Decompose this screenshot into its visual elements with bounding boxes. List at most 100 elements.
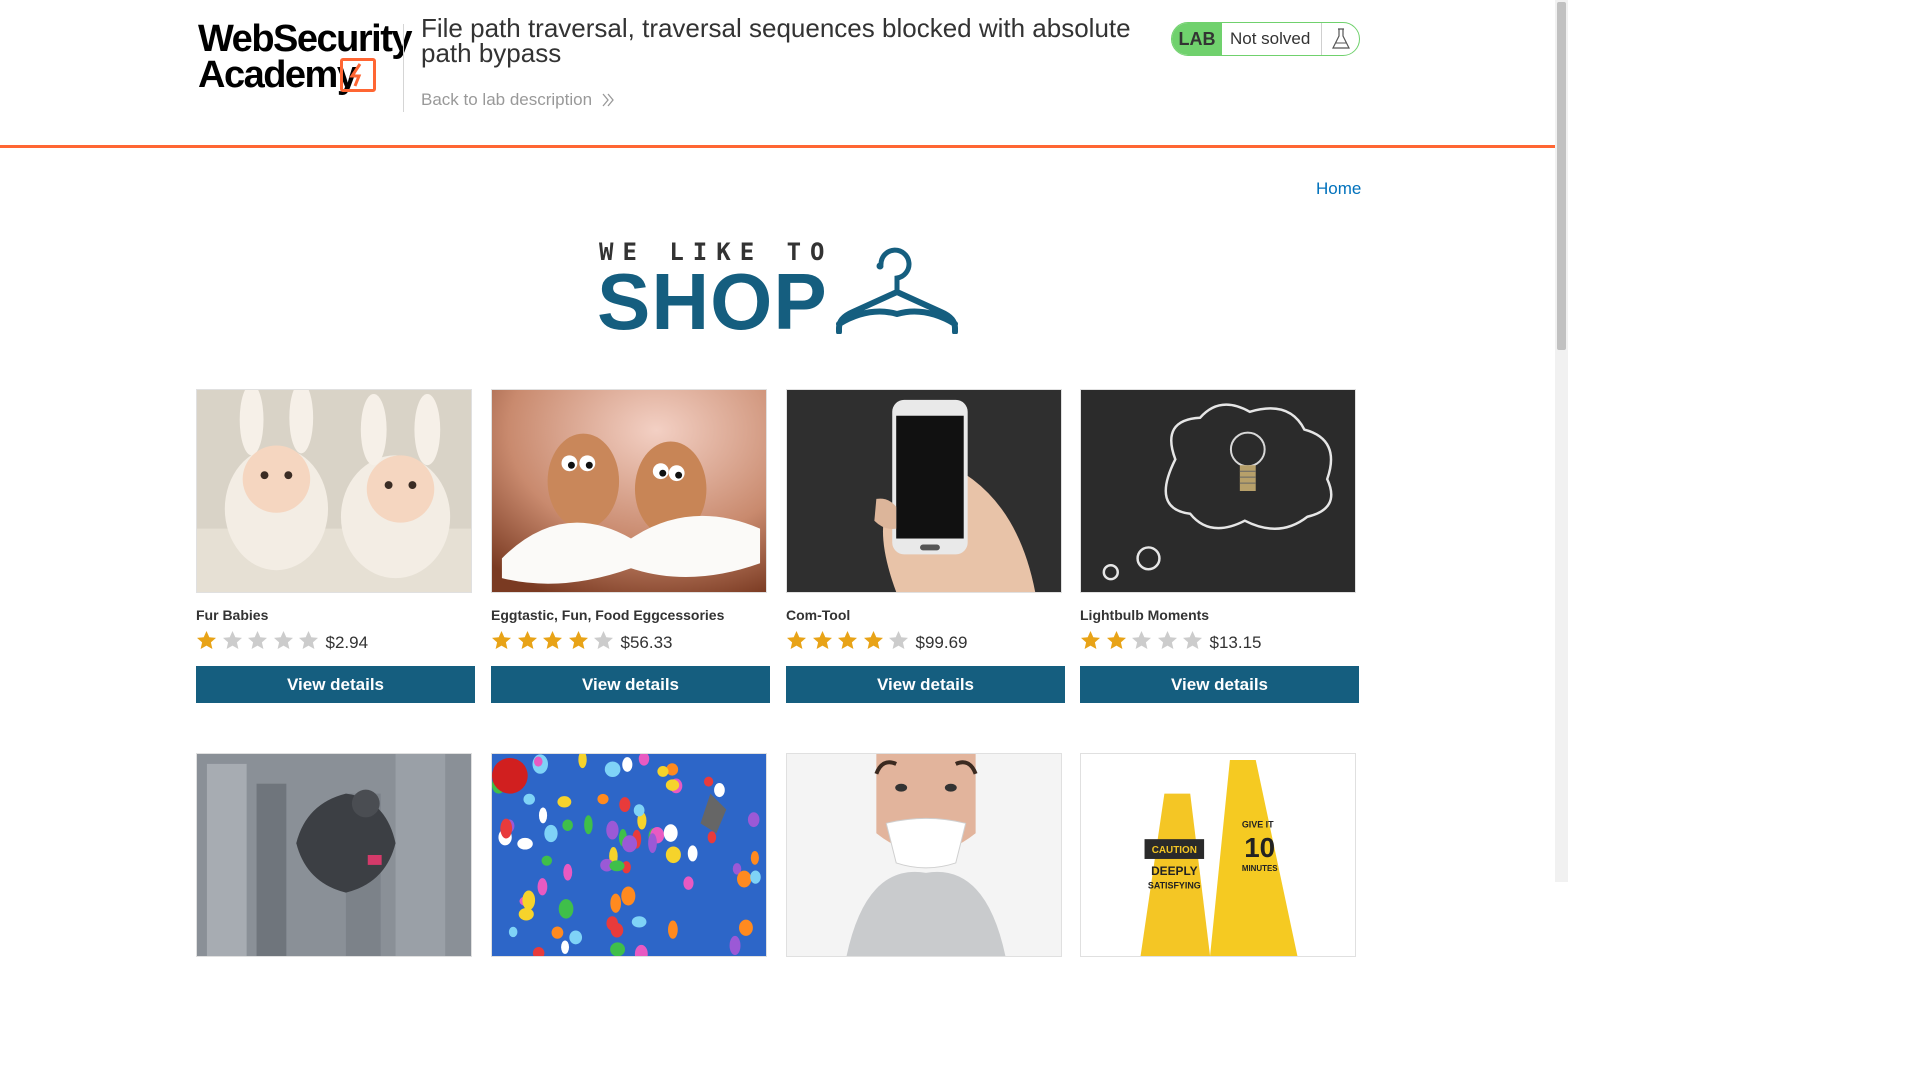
balloon (737, 870, 752, 888)
product-image (1080, 389, 1356, 593)
balloon (750, 870, 761, 884)
product-image (786, 753, 1062, 957)
product-price: $13.15 (1209, 633, 1262, 652)
star-filled-icon (812, 630, 832, 649)
balloon (665, 846, 681, 864)
balloon (533, 756, 543, 767)
balloon (597, 793, 609, 805)
product-image: CAUTION DEEPLY SATISFYING GIVE IT 10 MIN… (1080, 753, 1356, 957)
balloon (584, 815, 593, 835)
star-empty-icon (594, 630, 613, 649)
star-filled-icon (197, 630, 216, 649)
balloon (500, 818, 513, 839)
product-price: $2.94 (325, 633, 369, 652)
scrollbar-thumb[interactable] (1557, 2, 1566, 350)
product-price: $99.69 (915, 633, 968, 652)
page-scrollbar[interactable] (1555, 0, 1568, 882)
star-empty-icon (299, 630, 318, 649)
balloon (563, 863, 573, 881)
view-details-button[interactable]: View details (196, 666, 475, 703)
balloon (544, 824, 558, 843)
balloon (537, 878, 548, 896)
product-image (196, 753, 472, 957)
star-filled-icon (1106, 630, 1126, 649)
product-rating: $2.94 (196, 627, 368, 653)
balloon (557, 796, 572, 808)
star-empty-icon (1183, 630, 1202, 649)
caution-text: CAUTION (1152, 845, 1197, 856)
back-to-lab-description-link[interactable]: Back to lab description (421, 90, 616, 110)
balloon (609, 860, 625, 872)
view-details-button[interactable]: View details (1080, 666, 1359, 703)
view-details-button[interactable]: View details (786, 666, 1065, 703)
we-like-to-shop-banner: WE LIKE TO SHOP (597, 238, 959, 342)
satisfying-text: SATISFYING (1148, 881, 1201, 891)
balloons-svg (492, 754, 766, 956)
balloon (648, 833, 657, 854)
balloon (621, 886, 636, 906)
balloon (508, 926, 518, 938)
deeply-text: DEEPLY (1151, 864, 1198, 878)
product-price: $56.33 (620, 633, 673, 652)
balloon (610, 893, 622, 913)
product-image (491, 753, 767, 957)
star-filled-icon (787, 630, 806, 649)
banner-shop-word: SHOP (597, 257, 828, 346)
star-empty-icon (273, 630, 293, 649)
balloon (750, 851, 759, 865)
lab-status-text: Not solved (1222, 23, 1322, 55)
balloon (657, 765, 669, 777)
product-name: Com-Tool (786, 607, 851, 623)
balloon (665, 779, 680, 791)
balloon (633, 804, 645, 817)
give-it-text: GIVE IT (1242, 819, 1274, 829)
balloon (703, 776, 714, 787)
balloon (631, 916, 647, 928)
star-filled-icon (1081, 630, 1100, 649)
star-empty-icon (1132, 630, 1151, 649)
balloon (687, 845, 698, 862)
flask-icon (1322, 23, 1359, 55)
balloon (561, 940, 570, 954)
balloon (569, 930, 583, 945)
product-rating: $99.69 (786, 627, 968, 653)
balloon (668, 920, 678, 939)
product-image (491, 389, 767, 593)
star-filled-icon (838, 630, 857, 649)
balloon (518, 907, 534, 921)
star-empty-icon (889, 630, 908, 649)
view-details-button[interactable]: View details (491, 666, 770, 703)
product-name: Fur Babies (196, 607, 269, 623)
product-name: Eggtastic, Fun, Food Eggcessories (491, 607, 725, 623)
star-filled-icon (492, 630, 511, 649)
balloon (523, 793, 535, 805)
product-image (196, 389, 472, 593)
star-empty-icon (222, 630, 242, 649)
balloon (538, 807, 548, 824)
balloon (683, 876, 694, 890)
lab-title: File path traversal, traversal sequences… (421, 13, 1131, 68)
balloon (541, 855, 553, 866)
balloon (517, 837, 533, 850)
home-link[interactable]: Home (1316, 179, 1361, 199)
balloon (747, 812, 760, 828)
web-security-academy-logo[interactable]: WebSecurity Academy (196, 20, 412, 96)
star-filled-icon (543, 630, 562, 649)
product-image (786, 389, 1062, 593)
product-rating: $13.15 (1080, 627, 1262, 653)
balloon (558, 899, 574, 919)
balloon (562, 819, 573, 831)
coat-hanger-icon (836, 247, 958, 334)
lab-status-widget: LAB Not solved (1171, 22, 1360, 56)
balloon (663, 824, 678, 842)
logo-text-line2: Academy (198, 54, 358, 96)
balloon (622, 757, 633, 772)
balloon (707, 831, 717, 844)
double-chevron-right-icon (602, 93, 614, 107)
header-divider (403, 24, 404, 112)
balloon (622, 835, 638, 853)
academy-header: WebSecurity Academy File path traversal,… (0, 0, 1555, 148)
balloon (604, 761, 621, 777)
product-name: Lightbulb Moments (1080, 607, 1210, 623)
star-filled-icon (568, 630, 588, 649)
